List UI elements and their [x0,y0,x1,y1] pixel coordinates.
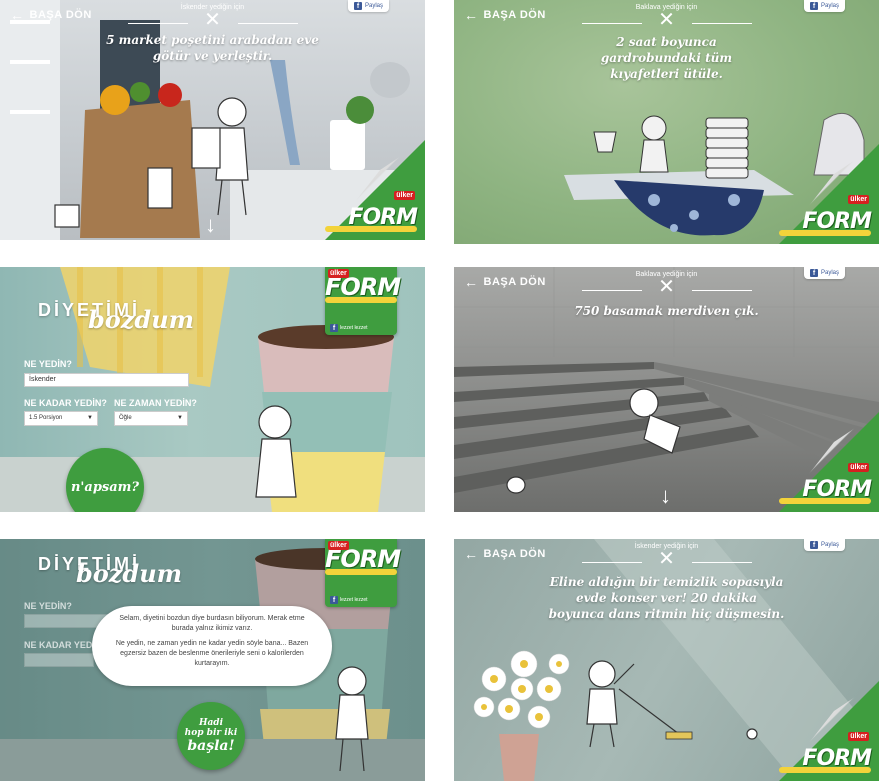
how-much-label: NE KADAR YEDİN? [24,398,107,408]
food-input[interactable]: İskender [24,373,189,387]
share-button[interactable]: f Paylaş [803,539,845,551]
share-button[interactable]: f Paylaş [803,267,845,279]
form-logo: ülker FORM [325,187,418,232]
ulker-badge: ülker [394,191,415,201]
arrow-left-icon: ← [464,274,479,290]
cta-line: hop bir iki [184,728,238,738]
brand-corner[interactable]: ülker FORM [779,681,879,781]
portion-value: 1.5 Porsiyon [29,415,63,421]
facebook-icon: f [353,2,362,10]
task-header: Baklava yediğin için ✕ [581,4,752,31]
meal-time-value: Öğle [119,415,132,421]
task-header: Baklava yediğin için ✕ [581,271,752,298]
ulker-badge: ülker [848,195,869,205]
facebook-icon: f [330,596,338,604]
bubble-text: Selam, diyetini bozdun diye burdasın bil… [119,615,305,632]
divider [691,290,752,291]
task-text: Eline aldığın bir temizlik sopasıyla evd… [548,575,785,621]
back-label: BAŞA DÖN [29,9,92,21]
ulker-badge: ülker [328,541,349,550]
task-text: 5 market poşetini arabadan eve götür ve … [106,33,319,63]
back-label: BAŞA DÖN [483,548,546,560]
task-header: İskender yediğin için ✕ [581,543,752,570]
panel-ironing-task: ← BAŞA DÖN f Paylaş Baklava yediğin için… [454,0,879,244]
form-word: FORM [802,477,872,502]
start-button[interactable]: Hadi hop bir iki başla! [177,702,245,770]
diet-subtitle: bozdum [76,559,183,588]
back-button[interactable]: ← BAŞA DÖN [464,275,546,289]
portion-select-dimmed [24,653,94,667]
form-word: FORM [802,209,872,234]
facebook-icon: f [330,324,338,332]
divider [581,290,642,291]
facebook-icon: f [809,2,818,10]
back-button[interactable]: ← BAŞA DÖN [464,8,546,22]
arrow-down-icon[interactable]: ↓ [205,212,216,238]
divider [127,23,188,24]
divider [581,23,642,24]
form-logo-large[interactable]: ülker FORM f lezzet lezzet [325,539,401,607]
back-button[interactable]: ← BAŞA DÖN [10,8,92,22]
arrow-left-icon: ← [464,7,479,23]
fork-knife-icon: ✕ [204,9,221,31]
when-label: NE ZAMAN YEDİN? [114,398,197,408]
task-text: 2 saat boyunca gardrobundaki tüm kıyafet… [600,35,733,81]
share-label: Paylaş [820,270,839,276]
task-text: 750 basamak merdiven çık. [574,304,759,318]
napsam-label: n'apsam? [70,479,140,495]
speech-bubble: Selam, diyetini bozdun diye burdasın bil… [92,606,332,686]
divider [237,23,298,24]
what-label: NE YEDİN? [24,601,72,611]
ulker-badge: ülker [848,732,869,742]
fb-like[interactable]: f lezzet lezzet [330,596,368,604]
divider [691,23,752,24]
share-label: Paylaş [364,3,383,9]
facebook-icon: f [809,269,818,277]
form-logo-large[interactable]: ülker FORM f lezzet lezzet [325,267,401,335]
form-word: FORM [802,746,872,771]
chevron-down-icon: ▼ [177,415,183,421]
facebook-icon: f [809,541,818,549]
panel-grocery-task: ← BAŞA DÖN f Paylaş İskender yediğin içi… [0,0,425,240]
share-label: Paylaş [820,542,839,548]
bubble-text: Ne yedin, ne zaman yedin ne kadar yedin … [115,640,309,667]
arrow-left-icon: ← [464,546,479,562]
task-header: İskender yediğin için ✕ [127,4,298,31]
brand-corner[interactable]: ülker FORM [779,412,879,512]
arrow-down-icon[interactable]: ↓ [660,483,671,509]
brand-corner[interactable]: ülker FORM [779,144,879,244]
back-label: BAŞA DÖN [483,276,546,288]
diet-subtitle: bozdum [88,305,195,334]
panel-diet-form: DİYETİMİ bozdum ülker FORM f lezzet lezz… [0,267,425,512]
fork-knife-icon: ✕ [658,9,675,31]
cta-line: Hadi [198,718,224,728]
divider [581,562,642,563]
fork-knife-icon: ✕ [658,276,675,298]
brand-corner[interactable]: ülker FORM [325,140,425,240]
form-logo: ülker FORM [779,728,872,773]
ulker-badge: ülker [328,269,349,278]
share-button[interactable]: f Paylaş [347,0,389,12]
panel-stairs-task: ← BAŞA DÖN f Paylaş Baklava yediğin için… [454,267,879,512]
what-label: NE YEDİN? [24,359,72,369]
cta-line: başla! [187,738,235,754]
meal-time-select[interactable]: Öğle ▼ [114,411,188,426]
portion-select[interactable]: 1.5 Porsiyon ▼ [24,411,98,426]
back-button[interactable]: ← BAŞA DÖN [464,547,546,561]
form-logo: ülker FORM [779,459,872,504]
form-logo: ülker FORM [779,191,872,236]
divider [691,562,752,563]
fb-like-label: lezzet lezzet [340,597,368,603]
ulker-badge: ülker [848,463,869,473]
chevron-down-icon: ▼ [87,415,93,421]
arrow-left-icon: ← [10,7,25,23]
fork-knife-icon: ✕ [658,548,675,570]
panel-dance-task: ← BAŞA DÖN f Paylaş İskender yediğin içi… [454,539,879,781]
share-label: Paylaş [820,3,839,9]
fb-like[interactable]: f lezzet lezzet [330,324,368,332]
back-label: BAŞA DÖN [483,9,546,21]
form-word: FORM [348,205,418,230]
share-button[interactable]: f Paylaş [803,0,845,12]
fb-like-label: lezzet lezzet [340,325,368,331]
